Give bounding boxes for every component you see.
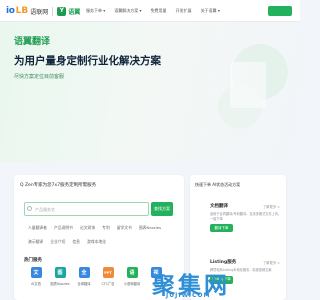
hot-service-label: 全球翻译 <box>77 282 91 286</box>
tag-item[interactable]: 信息 <box>72 239 80 245</box>
hot-service-item[interactable]: 文 AI文档 <box>24 267 48 286</box>
hero-subtitle: 尽快方案定位目前客服 <box>14 74 65 80</box>
hot-service-label: 图表Nozzles <box>50 282 70 286</box>
tag-item[interactable]: 企业介绍 <box>50 239 65 245</box>
globe-icon: 全 <box>78 267 90 278</box>
search-input[interactable] <box>24 202 149 216</box>
tag-item[interactable]: 留学文书 <box>117 225 132 231</box>
hot-service-item[interactable]: 全 全球翻译 <box>72 267 96 286</box>
yuyi-logo-icon: Y <box>57 6 67 16</box>
document-icon: 文 <box>30 267 42 278</box>
hero-brand: 语翼翻译 <box>14 37 51 47</box>
find-solution-button[interactable]: 查找方案 <box>151 202 173 216</box>
logo-brand-text: 语联网 <box>30 8 49 16</box>
search-icon <box>27 206 32 211</box>
logo-divider <box>52 6 54 16</box>
hero-illustration <box>218 44 288 129</box>
yuyi-logo-text: 语翼 <box>68 8 81 16</box>
hot-services-title: 热门服务 <box>24 258 42 263</box>
hot-service-label: 小语种翻译 <box>123 282 141 286</box>
nav-solutions[interactable]: 语翼解决方案 ▾ <box>114 8 141 14</box>
logo-io-text: io <box>6 6 15 16</box>
main-nav: 服务下单 ▾ 语翼解决方案 ▾ 免费用量 开发扩展 关于语翼 ▾ <box>86 8 229 14</box>
tag-item[interactable]: 产品说明书 <box>54 225 73 231</box>
nav-dev-extension[interactable]: 开发扩展 <box>176 8 192 14</box>
language-icon: 语 <box>126 267 138 278</box>
nav-free-usage[interactable]: 免费用量 <box>151 8 167 14</box>
hot-service-item[interactable]: 语 小语种翻译 <box>120 267 144 286</box>
tag-item[interactable]: 论文润饰 <box>80 225 95 231</box>
yuyi-logo-glyph: Y <box>59 7 64 14</box>
nav-service-order[interactable]: 服务下单 ▾ <box>86 8 105 14</box>
service-description: 适用于合同翻译/专利翻译，支持多格式文件上传，一键下单 <box>210 212 282 221</box>
hot-service-label: AI文档 <box>31 282 41 286</box>
chart-icon: 图 <box>54 267 66 278</box>
ad-icon: PPT <box>102 267 114 278</box>
search-card-heading: Q Zen专家为您7x7服务定制所需服务 <box>20 183 97 188</box>
learn-more-link[interactable]: 了解更多 > <box>263 204 280 209</box>
top-navbar: io LB 语联网 Y 语翼 服务下单 ▾ 语翼解决方案 ▾ 免费用量 开发扩展… <box>0 0 300 22</box>
login-button[interactable] <box>268 6 292 16</box>
watermark: 聚集网 JUJIW.COM <box>144 262 304 300</box>
tag-item[interactable]: 游戏本地化 <box>87 239 106 245</box>
search-bar: 查找方案 <box>24 202 174 216</box>
tag-list: 人量翻译者 产品说明书 论文润饰 专利 留学文书 图表Nozzles 演示翻译 … <box>28 225 178 253</box>
tag-item[interactable]: 图表Nozzles <box>139 225 161 231</box>
hero-title: 为用户量身定制行业化解决方案 <box>14 55 161 67</box>
logo[interactable]: io LB 语联网 Y 语翼 <box>6 5 80 17</box>
doc-order-button[interactable]: 翻译下单 <box>210 224 233 232</box>
watermark-subtext: JUJIW.COM <box>166 292 211 299</box>
tag-item[interactable]: 专利 <box>102 225 110 231</box>
quick-order-heading: 快速下单 AI状态活动方案 <box>195 182 241 187</box>
hero-banner: 语翼翻译 为用户量身定制行业化解决方案 尽快方案定位目前客服 <box>0 22 300 162</box>
logo-lb-text: LB <box>15 6 29 16</box>
hot-service-item[interactable]: 图 图表Nozzles <box>48 267 72 286</box>
hot-service-item[interactable]: PPT CTC广告 <box>96 267 120 286</box>
nav-about[interactable]: 关于语翼 ▾ <box>201 8 220 14</box>
tag-item[interactable]: 人量翻译者 <box>28 225 47 231</box>
tag-item[interactable]: 演示翻译 <box>28 239 43 245</box>
hot-service-label: CTC广告 <box>101 282 115 286</box>
